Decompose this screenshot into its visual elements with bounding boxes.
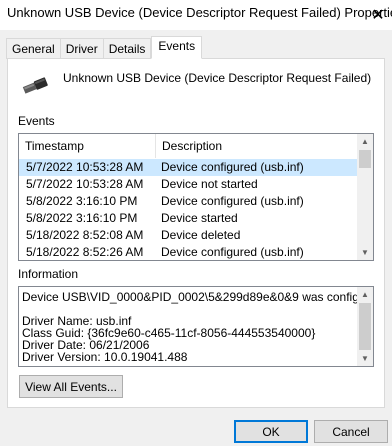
timestamp-cell: 5/18/2022 8:52:08 AM (26, 228, 144, 242)
column-header-timestamp[interactable]: Timestamp (19, 134, 156, 158)
scroll-down-icon[interactable]: ▼ (357, 351, 373, 366)
timestamp-cell: 5/7/2022 10:53:28 AM (26, 177, 144, 191)
scroll-thumb[interactable] (359, 303, 371, 350)
timestamp-cell: 5/8/2022 3:16:10 PM (26, 194, 138, 208)
scroll-down-icon[interactable]: ▼ (357, 245, 373, 260)
events-scrollbar[interactable]: ▲ ▼ (357, 134, 373, 260)
events-tab-panel: Unknown USB Device (Device Descriptor Re… (7, 58, 385, 408)
description-cell: Device started (161, 211, 238, 225)
scroll-up-icon[interactable]: ▲ (357, 287, 373, 302)
close-icon[interactable]: ✕ (364, 0, 392, 30)
table-row[interactable]: 5/8/2022 3:16:10 PM Device started (19, 210, 359, 227)
scroll-thumb[interactable] (359, 150, 371, 168)
table-row[interactable]: 5/18/2022 8:52:26 AM Device configured (… (19, 244, 359, 260)
title-bar: Unknown USB Device (Device Descriptor Re… (0, 0, 392, 30)
tab-general[interactable]: General (6, 38, 61, 59)
information-textbox[interactable]: Device USB\VID_0000&PID_0002\5&299d89e&0… (18, 286, 374, 367)
events-table[interactable]: Timestamp Description 5/7/2022 10:53:28 … (18, 133, 374, 261)
tab-events[interactable]: Events (151, 36, 203, 59)
device-name: Unknown USB Device (Device Descriptor Re… (63, 71, 372, 85)
tab-strip: General Driver Details Events (6, 36, 203, 59)
tab-details[interactable]: Details (103, 38, 152, 59)
table-row[interactable]: 5/8/2022 3:16:10 PM Device configured (u… (19, 193, 359, 210)
description-cell: Device deleted (161, 228, 241, 242)
description-cell: Device configured (usb.inf) (161, 160, 304, 174)
information-scrollbar[interactable]: ▲ ▼ (357, 287, 373, 366)
scroll-up-icon[interactable]: ▲ (357, 134, 373, 149)
view-all-events-button[interactable]: View All Events... (19, 375, 123, 398)
timestamp-cell: 5/7/2022 10:53:28 AM (26, 160, 144, 174)
ok-button[interactable]: OK (234, 420, 308, 443)
description-cell: Device configured (usb.inf) (161, 194, 304, 208)
timestamp-cell: 5/8/2022 3:16:10 PM (26, 211, 138, 225)
column-header-description[interactable]: Description (156, 134, 359, 158)
timestamp-cell: 5/18/2022 8:52:26 AM (26, 245, 144, 259)
table-row[interactable]: 5/7/2022 10:53:28 AM Device configured (… (19, 159, 359, 176)
information-label: Information (18, 267, 79, 281)
description-cell: Device not started (161, 177, 258, 191)
tab-driver[interactable]: Driver (60, 38, 104, 59)
cancel-button[interactable]: Cancel (314, 420, 388, 443)
window-title: Unknown USB Device (Device Descriptor Re… (7, 5, 392, 20)
table-row[interactable]: 5/18/2022 8:52:08 AM Device deleted (19, 227, 359, 244)
description-cell: Device configured (usb.inf) (161, 245, 304, 259)
table-row[interactable]: 5/7/2022 10:53:28 AM Device not started (19, 176, 359, 193)
information-text: Device USB\VID_0000&PID_0002\5&299d89e&0… (22, 290, 373, 364)
events-label: Events (18, 114, 55, 128)
usb-plug-icon (22, 77, 48, 94)
